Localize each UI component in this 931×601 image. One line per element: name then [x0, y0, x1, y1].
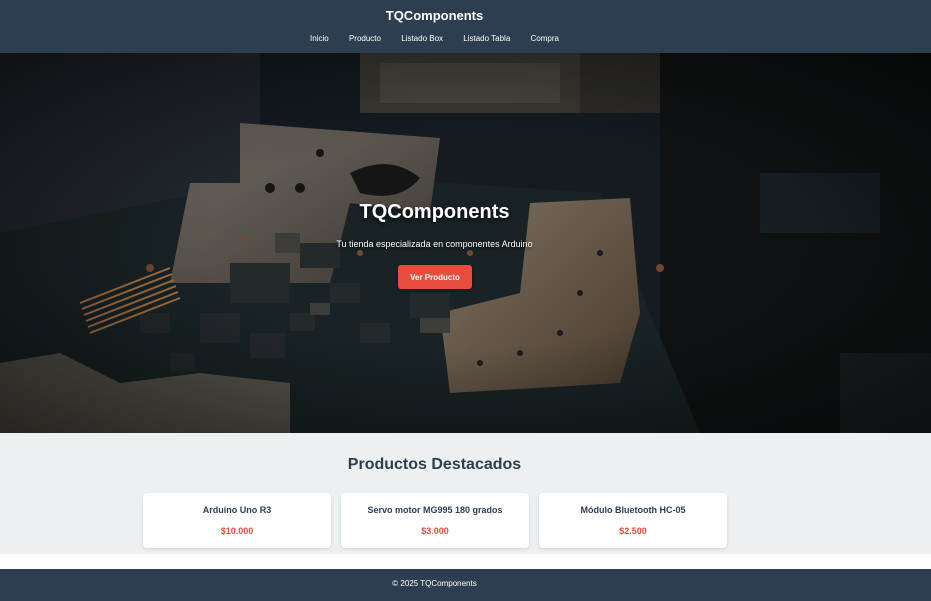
brand-logo[interactable]: TQComponents [0, 8, 869, 23]
footer-copyright: © 2025 TQComponents [392, 579, 477, 588]
product-card[interactable]: Arduino Uno R3 $10.000 [143, 493, 331, 548]
main-nav: Inicio Producto Listado Box Listado Tabl… [0, 34, 869, 43]
product-price: $10.000 [220, 526, 254, 536]
nav-link-inicio[interactable]: Inicio [310, 34, 329, 43]
ver-producto-button[interactable]: Ver Producto [398, 265, 472, 289]
product-price: $2.500 [619, 526, 647, 536]
nav-link-compra[interactable]: Compra [531, 34, 559, 43]
product-price: $3.000 [421, 526, 449, 536]
nav-link-listado-tabla[interactable]: Listado Tabla [463, 34, 510, 43]
featured-products-section: Productos Destacados Arduino Uno R3 $10.… [0, 433, 931, 554]
site-footer: © 2025 TQComponents [0, 569, 931, 601]
product-name: Servo motor MG995 180 grados [367, 505, 503, 515]
nav-link-listado-box[interactable]: Listado Box [401, 34, 443, 43]
product-name: Arduino Uno R3 [202, 505, 272, 515]
product-name: Módulo Bluetooth HC-05 [580, 505, 686, 515]
featured-title: Productos Destacados [347, 456, 522, 473]
nav-link-producto[interactable]: Producto [349, 34, 381, 43]
hero-title: TQComponents [359, 201, 510, 223]
product-card[interactable]: Servo motor MG995 180 grados $3.000 [341, 493, 529, 548]
hero-section: TQComponents Tu tienda especializada en … [0, 53, 931, 433]
site-header: TQComponents Inicio Producto Listado Box… [0, 0, 931, 53]
hero-subtitle: Tu tienda especializada en componentes A… [336, 239, 533, 249]
product-card[interactable]: Módulo Bluetooth HC-05 $2.500 [539, 493, 727, 548]
